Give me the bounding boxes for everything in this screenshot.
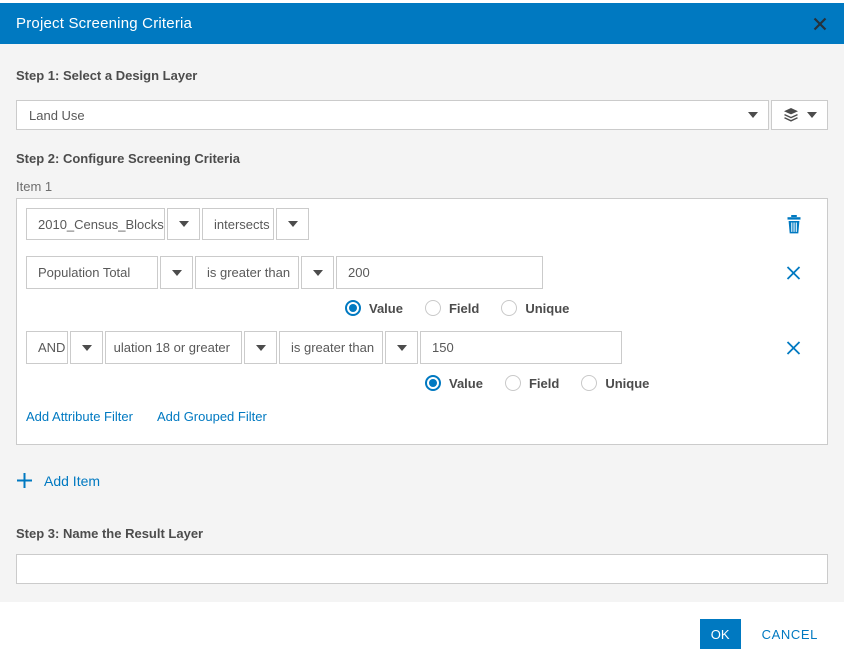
caret-down-icon bbox=[313, 270, 323, 276]
radio-value-label: Value bbox=[369, 301, 403, 316]
logic-select-caret[interactable] bbox=[70, 331, 103, 364]
spatial-relation-caret[interactable] bbox=[276, 208, 309, 240]
value-mode-radio-group: Value Field Unique bbox=[425, 373, 818, 393]
design-layer-select[interactable]: Land Use bbox=[16, 100, 769, 130]
caret-down-icon bbox=[172, 270, 182, 276]
dialog-header: Project Screening Criteria bbox=[0, 3, 844, 44]
radio-unselected-icon[interactable] bbox=[501, 300, 517, 316]
radio-unselected-icon[interactable] bbox=[505, 375, 521, 391]
caret-down-icon bbox=[179, 221, 189, 227]
operator-select-caret[interactable] bbox=[385, 331, 418, 364]
result-layer-name-input[interactable] bbox=[16, 554, 828, 584]
radio-unique[interactable]: Unique bbox=[501, 300, 569, 316]
filter-layer-caret[interactable] bbox=[167, 208, 200, 240]
logic-value: AND bbox=[38, 340, 65, 355]
dialog-title: Project Screening Criteria bbox=[16, 15, 192, 32]
filter-value-input[interactable] bbox=[432, 340, 610, 355]
radio-unselected-icon[interactable] bbox=[425, 300, 441, 316]
close-icon[interactable] bbox=[812, 16, 828, 32]
add-grouped-filter-link[interactable]: Add Grouped Filter bbox=[157, 409, 267, 424]
ok-button[interactable]: OK bbox=[700, 619, 741, 649]
field-value: Population Total bbox=[38, 265, 130, 280]
radio-unique[interactable]: Unique bbox=[581, 375, 649, 391]
radio-value[interactable]: Value bbox=[425, 375, 483, 391]
value-mode-radio-group: Value Field Unique bbox=[345, 298, 818, 318]
caret-down-icon bbox=[807, 112, 817, 118]
design-layer-row: Land Use bbox=[16, 100, 828, 130]
cancel-button[interactable]: CANCEL bbox=[762, 627, 818, 642]
filter-value-field[interactable] bbox=[420, 331, 622, 364]
field-select[interactable]: ulation 18 or greater bbox=[105, 331, 242, 364]
operator-value: is greater than bbox=[291, 340, 374, 355]
spatial-relation-select[interactable]: intersects bbox=[202, 208, 274, 240]
trash-icon[interactable] bbox=[786, 215, 802, 234]
caret-down-icon bbox=[256, 345, 266, 351]
field-select-caret[interactable] bbox=[244, 331, 277, 364]
caret-down-icon bbox=[748, 112, 758, 118]
step3-label: Step 3: Name the Result Layer bbox=[16, 526, 828, 541]
add-item-button[interactable]: Add Item bbox=[16, 472, 126, 489]
operator-value: is greater than bbox=[207, 265, 290, 280]
item-label: Item 1 bbox=[16, 179, 828, 194]
operator-select[interactable]: is greater than bbox=[279, 331, 383, 364]
field-select[interactable]: Population Total bbox=[26, 256, 158, 289]
screening-item-card: 2010_Census_Blocks intersects bbox=[16, 198, 828, 445]
dialog-body: Step 1: Select a Design Layer Land Use S… bbox=[0, 44, 844, 602]
radio-field[interactable]: Field bbox=[425, 300, 479, 316]
caret-down-icon bbox=[82, 345, 92, 351]
filter-value-field[interactable] bbox=[336, 256, 543, 289]
remove-filter-x-icon[interactable] bbox=[786, 265, 801, 280]
radio-value[interactable]: Value bbox=[345, 300, 403, 316]
attribute-filter-row: AND ulation 18 or greater is greater tha… bbox=[26, 331, 818, 364]
radio-value-label: Value bbox=[449, 376, 483, 391]
design-layer-value: Land Use bbox=[29, 108, 85, 123]
remove-filter-x-icon[interactable] bbox=[786, 340, 801, 355]
filter-links-row: Add Attribute Filter Add Grouped Filter bbox=[26, 409, 818, 424]
operator-select-caret[interactable] bbox=[301, 256, 334, 289]
radio-selected-icon[interactable] bbox=[345, 300, 361, 316]
radio-selected-icon[interactable] bbox=[425, 375, 441, 391]
dialog-footer: OK CANCEL bbox=[0, 602, 844, 666]
caret-down-icon bbox=[397, 345, 407, 351]
spatial-filter-row: 2010_Census_Blocks intersects bbox=[26, 208, 818, 240]
attribute-filter-row: Population Total is greater than bbox=[26, 256, 818, 289]
logic-select[interactable]: AND bbox=[26, 331, 68, 364]
project-screening-criteria-dialog: Project Screening Criteria Step 1: Selec… bbox=[0, 0, 844, 666]
step2-label: Step 2: Configure Screening Criteria bbox=[16, 151, 828, 166]
spatial-relation-value: intersects bbox=[214, 217, 270, 232]
field-value: ulation 18 or greater bbox=[114, 340, 230, 355]
step1-label: Step 1: Select a Design Layer bbox=[16, 68, 828, 83]
filter-layer-value: 2010_Census_Blocks bbox=[38, 217, 164, 232]
radio-unique-label: Unique bbox=[525, 301, 569, 316]
field-select-caret[interactable] bbox=[160, 256, 193, 289]
caret-down-icon bbox=[288, 221, 298, 227]
radio-field[interactable]: Field bbox=[505, 375, 559, 391]
layers-icon bbox=[783, 107, 799, 123]
radio-field-label: Field bbox=[449, 301, 479, 316]
filter-layer-select[interactable]: 2010_Census_Blocks bbox=[26, 208, 165, 240]
operator-select[interactable]: is greater than bbox=[195, 256, 299, 289]
radio-unselected-icon[interactable] bbox=[581, 375, 597, 391]
radio-unique-label: Unique bbox=[605, 376, 649, 391]
radio-field-label: Field bbox=[529, 376, 559, 391]
filter-value-input[interactable] bbox=[348, 265, 531, 280]
layer-picker-button[interactable] bbox=[771, 100, 828, 130]
add-attribute-filter-link[interactable]: Add Attribute Filter bbox=[26, 409, 133, 424]
add-item-label: Add Item bbox=[44, 473, 100, 489]
plus-icon bbox=[16, 472, 33, 489]
